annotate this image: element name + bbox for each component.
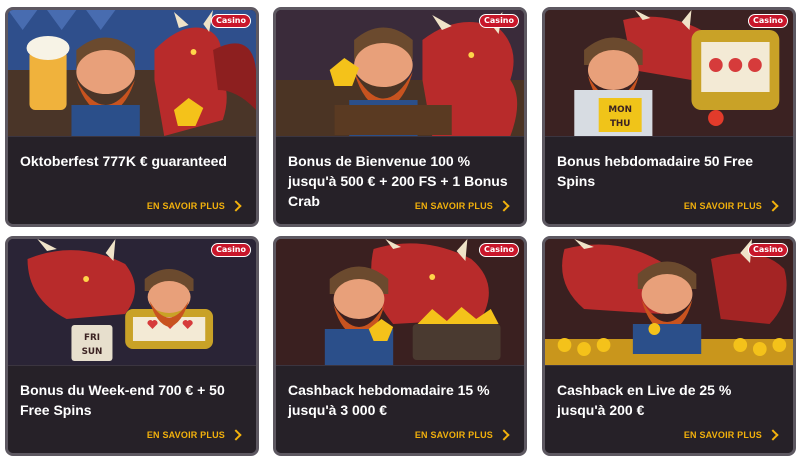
learn-more-label: EN SAVOIR PLUS	[146, 201, 225, 211]
promo-card-image: Casino	[276, 10, 524, 136]
learn-more-label: EN SAVOIR PLUS	[414, 430, 493, 440]
art-text-sun: SUN	[82, 347, 103, 357]
chevron-right-icon	[767, 429, 779, 441]
casino-badge: Casino	[211, 243, 251, 257]
promo-card-oktoberfest[interactable]: Casino Oktoberfest 777K € guaranteed EN …	[5, 7, 259, 227]
promo-card-body: Bonus du Week-end 700 € + 50 Free Spins …	[8, 365, 256, 453]
promo-card-body: Cashback en Live de 25 % jusqu'à 200 € E…	[545, 365, 793, 453]
chevron-right-icon	[230, 200, 242, 212]
promo-title: Bonus du Week-end 700 € + 50 Free Spins	[20, 382, 225, 418]
learn-more-link[interactable]: EN SAVOIR PLUS	[683, 429, 779, 441]
promo-card-image: FRI SUN Casino	[8, 239, 256, 365]
art-text-fri: FRI	[84, 333, 100, 343]
promotions-grid: Casino Oktoberfest 777K € guaranteed EN …	[0, 0, 800, 457]
promo-card-weekly-bonus[interactable]: MON THU Casino Bonus hebdomadaire 50 Fre…	[542, 7, 796, 227]
promo-card-image: Casino	[8, 10, 256, 136]
learn-more-link[interactable]: EN SAVOIR PLUS	[146, 200, 242, 212]
learn-more-label: EN SAVOIR PLUS	[683, 430, 762, 440]
casino-badge: Casino	[748, 14, 788, 28]
casino-badge: Casino	[748, 243, 788, 257]
promo-card-welcome-bonus[interactable]: Casino Bonus de Bienvenue 100 % jusqu'à …	[273, 7, 527, 227]
promo-title: Bonus hebdomadaire 50 Free Spins	[557, 153, 754, 189]
casino-badge: Casino	[479, 243, 519, 257]
casino-badge: Casino	[211, 14, 251, 28]
promo-title: Oktoberfest 777K € guaranteed	[20, 153, 227, 169]
chevron-right-icon	[767, 200, 779, 212]
learn-more-link[interactable]: EN SAVOIR PLUS	[146, 429, 242, 441]
chevron-right-icon	[498, 200, 510, 212]
casino-badge: Casino	[479, 14, 519, 28]
promo-card-weekly-cashback[interactable]: Casino Cashback hebdomadaire 15 % jusqu'…	[273, 236, 527, 456]
promo-title: Cashback en Live de 25 % jusqu'à 200 €	[557, 382, 732, 418]
promo-card-body: Cashback hebdomadaire 15 % jusqu'à 3 000…	[276, 365, 524, 453]
learn-more-label: EN SAVOIR PLUS	[683, 201, 762, 211]
learn-more-link[interactable]: EN SAVOIR PLUS	[414, 200, 510, 212]
learn-more-link[interactable]: EN SAVOIR PLUS	[683, 200, 779, 212]
learn-more-link[interactable]: EN SAVOIR PLUS	[414, 429, 510, 441]
promo-title: Cashback hebdomadaire 15 % jusqu'à 3 000…	[288, 382, 490, 418]
art-text-mon: MON	[608, 105, 632, 115]
promo-card-body: Oktoberfest 777K € guaranteed EN SAVOIR …	[8, 136, 256, 224]
promo-card-live-cashback[interactable]: Casino Cashback en Live de 25 % jusqu'à …	[542, 236, 796, 456]
promo-card-body: Bonus hebdomadaire 50 Free Spins EN SAVO…	[545, 136, 793, 224]
chevron-right-icon	[498, 429, 510, 441]
promo-card-image: Casino	[545, 239, 793, 365]
promo-card-body: Bonus de Bienvenue 100 % jusqu'à 500 € +…	[276, 136, 524, 224]
promo-card-image: MON THU Casino	[545, 10, 793, 136]
learn-more-label: EN SAVOIR PLUS	[146, 430, 225, 440]
art-text-thu: THU	[610, 119, 630, 129]
promo-card-image: Casino	[276, 239, 524, 365]
chevron-right-icon	[230, 429, 242, 441]
promo-card-weekend-bonus[interactable]: FRI SUN Casino Bonus du Week-end 700 € +…	[5, 236, 259, 456]
learn-more-label: EN SAVOIR PLUS	[414, 201, 493, 211]
